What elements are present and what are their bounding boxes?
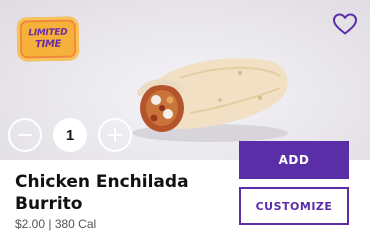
product-name: Chicken Enchilada Burrito [15,172,189,214]
plus-icon [108,128,122,142]
minus-icon [18,134,32,136]
heart-outline-icon [333,13,357,35]
badge-line-1: LIMITED [28,27,68,39]
customize-button[interactable]: CUSTOMIZE [239,187,349,225]
product-image-area: LIMITED TIME 1 [0,0,370,160]
quantity-value: 1 [53,118,87,152]
burrito-image [132,58,288,142]
quantity-stepper: 1 [8,118,132,152]
favorite-button[interactable] [331,10,359,38]
increment-button[interactable] [98,118,132,152]
limited-time-badge: LIMITED TIME [16,16,80,62]
add-button[interactable]: ADD [239,141,349,179]
product-meta: $2.00 | 380 Cal [15,217,96,231]
meta-separator: | [45,217,55,231]
product-calories: 380 Cal [54,217,97,231]
decrement-button[interactable] [8,118,42,152]
badge-line-2: TIME [34,38,62,51]
product-price: $2.00 [15,217,46,231]
